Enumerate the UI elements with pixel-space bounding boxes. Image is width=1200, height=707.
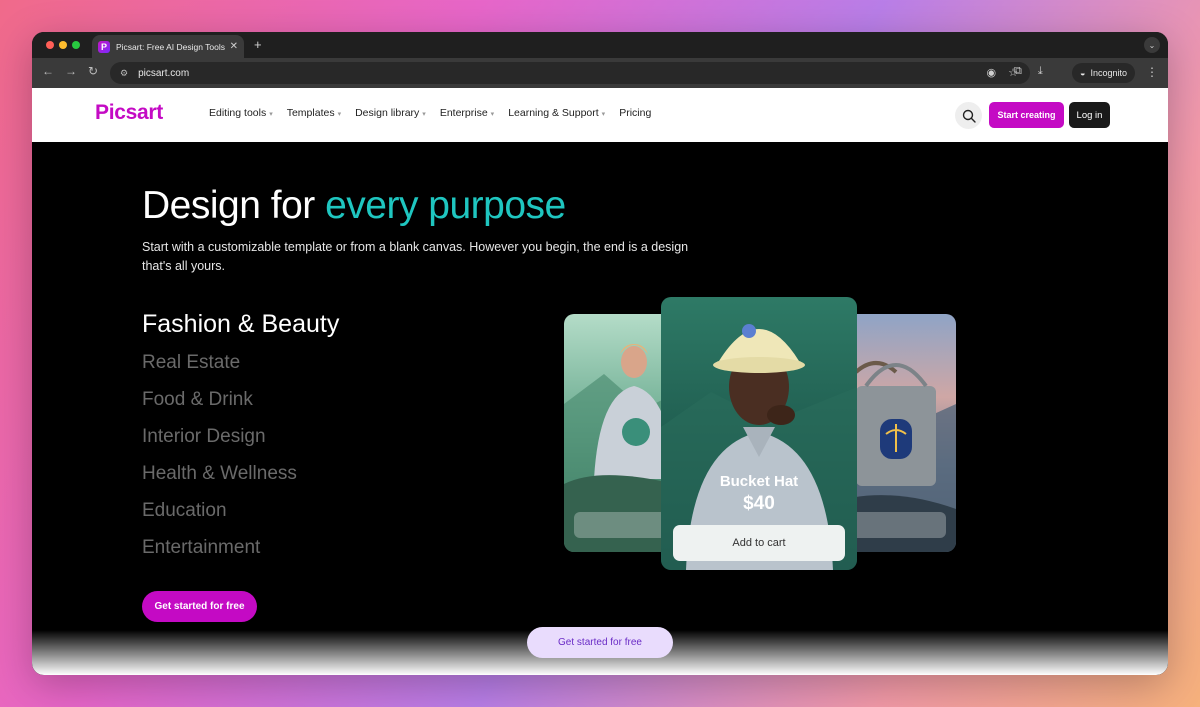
- forward-arrow-icon[interactable]: →: [65, 64, 77, 78]
- close-window-button[interactable]: [46, 41, 54, 49]
- chevron-down-icon: ▾: [337, 111, 342, 118]
- main-nav: Editing tools ▾ Templates ▾ Design library…: [209, 107, 651, 119]
- nav-templates[interactable]: Templates ▾: [287, 107, 341, 119]
- category-item-education[interactable]: Education: [142, 492, 339, 529]
- nav-editing-tools[interactable]: Editing tools ▾: [209, 107, 273, 119]
- nav-enterprise[interactable]: Enterprise ▾: [440, 107, 494, 119]
- address-bar[interactable]: ⚙ picsart.com ◉ ☆: [110, 62, 1030, 84]
- category-item-real-estate[interactable]: Real Estate: [142, 344, 339, 381]
- tab-strip: P Picsart: Free AI Design Tools ✕ + ⌄: [32, 32, 1168, 58]
- browser-window: P Picsart: Free AI Design Tools ✕ + ⌄ ← …: [32, 32, 1168, 675]
- browser-menu-icon[interactable]: ⋮: [1146, 65, 1158, 79]
- get-started-button[interactable]: Get started for free: [142, 591, 257, 622]
- back-arrow-icon[interactable]: ←: [42, 64, 54, 78]
- eye-off-icon[interactable]: ◉: [987, 66, 997, 79]
- browser-toolbar: ← → ↻ ⚙ picsart.com ◉ ☆ ⧉ ⤓ ◒ Incognito …: [32, 58, 1168, 88]
- reload-icon[interactable]: ↻: [88, 64, 98, 78]
- search-icon: [962, 109, 976, 123]
- chevron-down-icon: ▾: [269, 111, 273, 118]
- hero-title-accent: every purpose: [325, 184, 566, 227]
- category-item-health-wellness[interactable]: Health & Wellness: [142, 455, 339, 492]
- nav-learning-support[interactable]: Learning & Support ▾: [508, 107, 605, 119]
- category-list: Fashion & Beauty Real Estate Food & Drin…: [142, 305, 339, 566]
- hero-section: Design for every purpose Start with a cu…: [32, 142, 1168, 675]
- nav-pricing[interactable]: Pricing: [619, 107, 651, 119]
- incognito-badge[interactable]: ◒ Incognito: [1072, 63, 1135, 83]
- category-item-fashion-beauty[interactable]: Fashion & Beauty: [142, 305, 339, 344]
- picsart-favicon-icon: P: [98, 40, 110, 53]
- nav-design-library[interactable]: Design library ▾: [355, 107, 426, 119]
- category-item-food-drink[interactable]: Food & Drink: [142, 381, 339, 418]
- incognito-icon: ◒: [1080, 68, 1086, 78]
- tab-title: Picsart: Free AI Design Tools: [116, 41, 225, 52]
- maximize-window-button[interactable]: [72, 41, 80, 49]
- minimize-window-button[interactable]: [59, 41, 67, 49]
- toolbar-icons: ⧉ ⤓: [1014, 65, 1043, 78]
- download-icon[interactable]: ⤓: [1038, 65, 1043, 78]
- chevron-down-icon: ▾: [601, 111, 606, 118]
- url-text: picsart.com: [138, 67, 190, 79]
- site-settings-icon[interactable]: ⚙: [120, 68, 128, 79]
- start-creating-button[interactable]: Start creating: [989, 102, 1064, 128]
- extensions-puzzle-icon[interactable]: ⧉: [1014, 65, 1022, 78]
- chevron-down-icon: ▾: [490, 111, 495, 118]
- site-header: Picsart Editing tools ▾ Templates ▾ Design…: [32, 88, 1168, 142]
- tab-search-icon[interactable]: ⌄: [1144, 37, 1160, 53]
- incognito-label: Incognito: [1090, 68, 1127, 78]
- product-card-bucket-hat[interactable]: Bucket Hat $40 Add to cart: [661, 297, 857, 570]
- browser-tab[interactable]: P Picsart: Free AI Design Tools ✕: [92, 35, 244, 58]
- product-title: Bucket Hat: [719, 473, 799, 490]
- floating-get-started-button[interactable]: Get started for free: [527, 627, 673, 658]
- login-button[interactable]: Log in: [1069, 102, 1110, 128]
- new-tab-button[interactable]: +: [254, 37, 262, 52]
- hero-subtitle: Start with a customizable template or fr…: [142, 240, 689, 273]
- search-button[interactable]: [955, 102, 982, 129]
- product-price: $40: [743, 493, 775, 514]
- category-item-entertainment[interactable]: Entertainment: [142, 529, 339, 566]
- category-item-interior-design[interactable]: Interior Design: [142, 418, 339, 455]
- picsart-logo[interactable]: Picsart: [95, 101, 163, 125]
- hero-title: Design for every purpose: [142, 184, 566, 227]
- tab-close-icon[interactable]: ✕: [230, 41, 238, 52]
- chevron-down-icon: ▾: [422, 111, 426, 118]
- add-to-cart-button[interactable]: Add to cart: [673, 525, 845, 561]
